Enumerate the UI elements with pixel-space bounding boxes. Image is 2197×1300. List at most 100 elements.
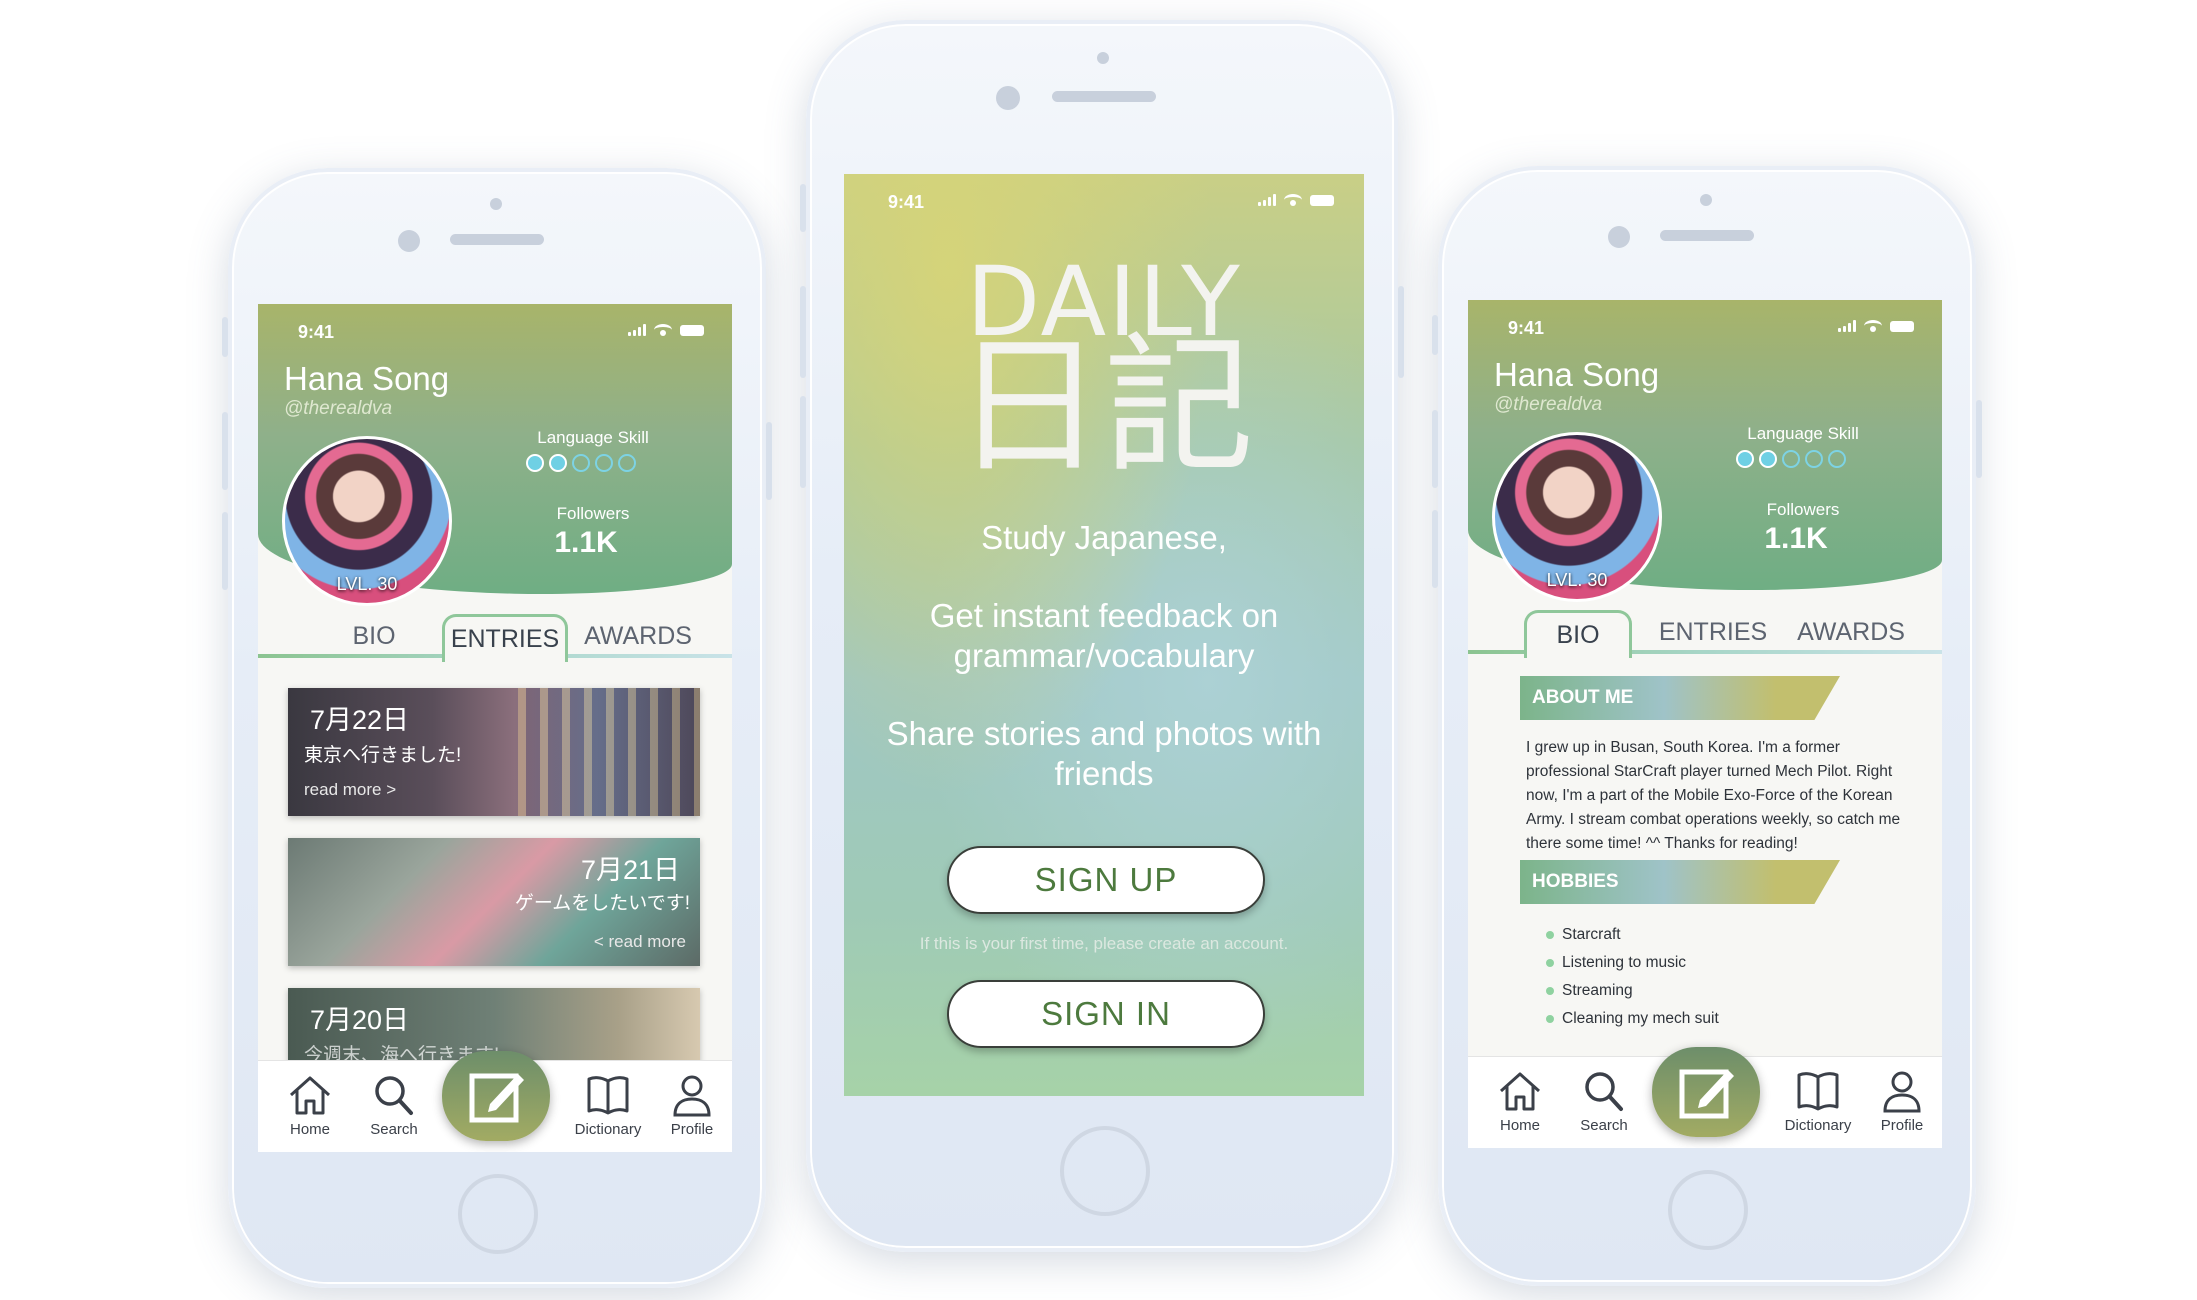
sign-up-button[interactable]: SIGN UP bbox=[947, 846, 1265, 914]
home-icon bbox=[1499, 1072, 1541, 1111]
nav-search[interactable]: Search bbox=[1564, 1069, 1644, 1134]
book-icon bbox=[587, 1076, 629, 1115]
entry-text: ゲームをしたいです! bbox=[514, 893, 690, 914]
status-bar: 9:41 bbox=[298, 322, 704, 346]
signal-icon bbox=[1258, 194, 1276, 206]
nav-search-label: Search bbox=[1580, 1117, 1628, 1134]
speaker bbox=[1660, 230, 1754, 241]
avatar[interactable]: LVL. 30 bbox=[282, 436, 452, 606]
about-me-text: I grew up in Busan, South Korea. I'm a f… bbox=[1526, 739, 1901, 852]
nav-home[interactable]: Home bbox=[1480, 1069, 1560, 1134]
battery-icon bbox=[1310, 194, 1334, 206]
sign-in-button[interactable]: SIGN IN bbox=[947, 980, 1265, 1048]
battery-icon bbox=[1890, 320, 1914, 332]
nav-home-label: Home bbox=[1499, 1117, 1540, 1134]
wifi-icon bbox=[654, 324, 672, 336]
search-icon bbox=[1585, 1072, 1623, 1111]
nav-profile-label: Profile bbox=[1880, 1117, 1924, 1134]
home-button[interactable] bbox=[1668, 1170, 1748, 1250]
center-phone: 9:41 DAILY 日記 Study Japanese, Get instan… bbox=[800, 20, 1404, 1252]
left-screen: 9:41 Hana Song @therealdva LVL. 30 Langu… bbox=[258, 304, 732, 1152]
entry-date: 7月22日 bbox=[310, 705, 410, 735]
tab-awards[interactable]: AWARDS bbox=[1786, 610, 1916, 658]
book-icon bbox=[1797, 1072, 1839, 1111]
language-skill-label: Language Skill bbox=[537, 428, 649, 447]
tab-awards[interactable]: AWARDS bbox=[578, 614, 698, 662]
nav-search-label: Search bbox=[370, 1121, 418, 1138]
tagline-feedback: Get instant feedback on grammar/vocabula… bbox=[929, 597, 1279, 674]
profile-icon bbox=[1883, 1071, 1921, 1113]
user-handle: @therealdva bbox=[284, 398, 393, 419]
tab-bio[interactable]: BIO bbox=[324, 614, 424, 662]
followers-label: Followers bbox=[556, 504, 630, 523]
nav-home-label: Home bbox=[289, 1121, 330, 1138]
user-handle: @therealdva bbox=[1494, 394, 1603, 415]
first-time-hint: If this is your first time, please creat… bbox=[919, 934, 1289, 953]
nav-profile[interactable]: Profile bbox=[652, 1073, 732, 1138]
tab-bio[interactable]: BIO bbox=[1524, 610, 1632, 658]
speaker bbox=[450, 234, 544, 245]
followers-count: 1.1K bbox=[1764, 522, 1828, 555]
entry-date: 7月20日 bbox=[310, 1005, 410, 1035]
profile-icon bbox=[673, 1075, 711, 1117]
list-item: Cleaning my mech suit bbox=[1546, 1010, 1719, 1028]
level-badge: LVL. 30 bbox=[1546, 570, 1608, 590]
compose-icon bbox=[469, 1073, 524, 1123]
tab-entries[interactable]: ENTRIES bbox=[1648, 610, 1778, 658]
profile-tabs: BIO ENTRIES AWARDS bbox=[258, 608, 732, 662]
bottom-nav: Home Search Dictionary Profile bbox=[258, 1051, 732, 1152]
status-time: 9:41 bbox=[298, 322, 335, 342]
nav-dictionary[interactable]: Dictionary bbox=[1774, 1069, 1862, 1134]
nav-profile-label: Profile bbox=[670, 1121, 714, 1138]
list-item: Streaming bbox=[1546, 982, 1633, 1000]
compose-icon bbox=[1679, 1069, 1734, 1119]
profile-tabs: BIO ENTRIES AWARDS bbox=[1468, 604, 1942, 658]
status-bar: 9:41 bbox=[888, 192, 1334, 216]
entry-date: 7月21日 bbox=[580, 855, 680, 885]
entry-card[interactable]: 7月22日 東京へ行きました! read more > bbox=[288, 688, 700, 816]
logo-kanji: 日記 bbox=[953, 320, 1254, 494]
search-icon bbox=[375, 1076, 413, 1115]
about-me-heading: ABOUT ME bbox=[1520, 676, 1840, 720]
followers-label: Followers bbox=[1766, 500, 1840, 519]
tab-entries[interactable]: ENTRIES bbox=[442, 614, 568, 662]
tagline-share: Share stories and photos with friends bbox=[886, 715, 1322, 792]
read-more-link[interactable]: < read more bbox=[594, 932, 686, 952]
nav-search[interactable]: Search bbox=[354, 1073, 434, 1138]
wifi-icon bbox=[1864, 320, 1882, 332]
new-entry-button[interactable] bbox=[1652, 1047, 1760, 1137]
hobby-label: Listening to music bbox=[1562, 954, 1687, 971]
left-phone: 9:41 Hana Song @therealdva LVL. 30 Langu… bbox=[222, 168, 772, 1288]
new-entry-button[interactable] bbox=[442, 1051, 550, 1141]
wifi-icon bbox=[1284, 194, 1302, 206]
list-item: Listening to music bbox=[1546, 954, 1686, 972]
followers-count: 1.1K bbox=[554, 526, 618, 559]
tagline-study: Study Japanese, bbox=[981, 519, 1227, 556]
language-skill-label: Language Skill bbox=[1747, 424, 1859, 443]
hobby-label: Cleaning my mech suit bbox=[1562, 1010, 1719, 1027]
nav-dictionary[interactable]: Dictionary bbox=[564, 1073, 652, 1138]
user-name: Hana Song bbox=[284, 360, 450, 397]
front-camera bbox=[996, 86, 1020, 110]
status-time: 9:41 bbox=[1508, 318, 1545, 338]
read-more-link[interactable]: read more > bbox=[304, 780, 396, 800]
entry-card[interactable]: 7月21日 ゲームをしたいです! < read more bbox=[288, 838, 700, 966]
nav-home[interactable]: Home bbox=[270, 1073, 350, 1138]
signal-icon bbox=[1838, 320, 1856, 332]
hobby-label: Starcraft bbox=[1562, 926, 1621, 943]
home-icon bbox=[289, 1076, 331, 1115]
entry-text: 東京へ行きました! bbox=[304, 745, 462, 766]
status-time: 9:41 bbox=[888, 192, 925, 212]
nav-dictionary-label: Dictionary bbox=[1784, 1117, 1852, 1134]
home-button[interactable] bbox=[458, 1174, 538, 1254]
center-screen: 9:41 DAILY 日記 Study Japanese, Get instan… bbox=[844, 174, 1364, 1096]
signal-icon bbox=[628, 324, 646, 336]
hobby-label: Streaming bbox=[1562, 982, 1633, 999]
nav-dictionary-label: Dictionary bbox=[574, 1121, 642, 1138]
front-camera bbox=[1608, 226, 1630, 248]
hobbies-heading: HOBBIES bbox=[1520, 860, 1840, 904]
home-button[interactable] bbox=[1060, 1126, 1150, 1216]
avatar[interactable]: LVL. 30 bbox=[1492, 432, 1662, 602]
nav-profile[interactable]: Profile bbox=[1862, 1069, 1942, 1134]
language-skill-dots bbox=[526, 454, 636, 472]
